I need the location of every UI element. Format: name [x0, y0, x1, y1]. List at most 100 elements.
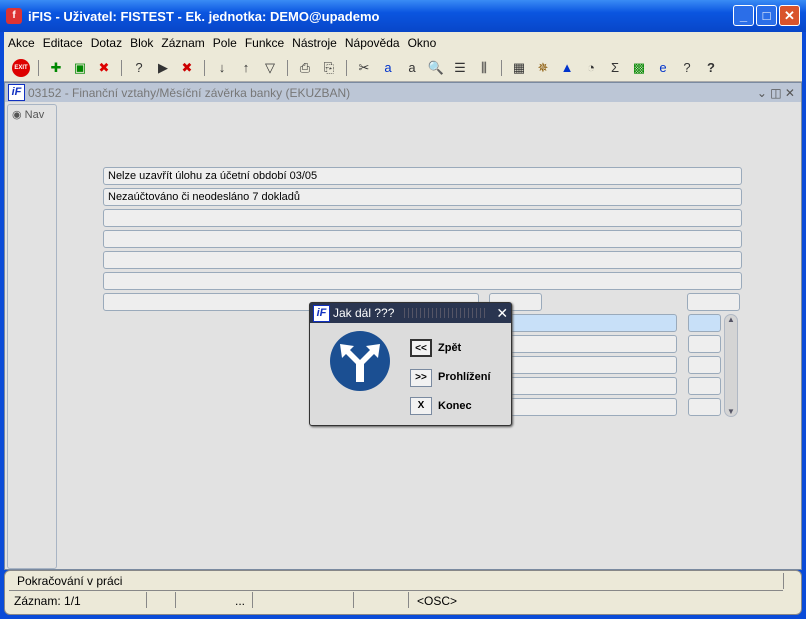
- message-field-5[interactable]: [103, 251, 742, 269]
- status-divider: [783, 573, 784, 589]
- cancel-query-icon[interactable]: ✖: [178, 59, 196, 77]
- copy-icon[interactable]: a: [379, 59, 397, 77]
- message-field-1[interactable]: Nelze uzavřít úlohu za účetní období 03/…: [103, 167, 742, 185]
- drag-grip[interactable]: [404, 308, 489, 318]
- message-field-2[interactable]: Nezaúčtováno či neodesláno 7 dokladů: [103, 188, 742, 206]
- menu-akce[interactable]: Akce: [4, 36, 39, 50]
- status-divider: [9, 590, 783, 591]
- menu-blok[interactable]: Blok: [126, 36, 157, 50]
- sum-icon[interactable]: Σ: [606, 59, 624, 77]
- exit-icon[interactable]: EXIT: [12, 58, 30, 77]
- dialog-title: Jak dál ???: [333, 306, 395, 320]
- filter-icon[interactable]: ▽: [261, 59, 279, 77]
- separator: [38, 59, 39, 76]
- row-small-field-5[interactable]: [688, 398, 721, 416]
- message-field-4[interactable]: [103, 230, 742, 248]
- menu-dotaz[interactable]: Dotaz: [87, 36, 126, 50]
- sort-asc-icon[interactable]: ↓: [213, 59, 231, 77]
- print-icon[interactable]: ⎙: [296, 59, 314, 77]
- end-button[interactable]: X: [410, 397, 432, 415]
- help-icon[interactable]: ?: [702, 59, 720, 77]
- minimize-button[interactable]: _: [733, 5, 754, 26]
- triangle-icon[interactable]: ▲: [558, 59, 576, 77]
- columns-icon[interactable]: ⫼: [475, 59, 493, 77]
- scrollbar[interactable]: ▲ ▼: [724, 314, 738, 417]
- menu-bar: Akce Editace Dotaz Blok Záznam Pole Funk…: [4, 32, 802, 54]
- separator: [204, 59, 205, 76]
- row-small-field-1[interactable]: [688, 314, 721, 332]
- row-field-2[interactable]: [489, 335, 677, 353]
- maximize-button[interactable]: □: [756, 5, 777, 26]
- menu-editace[interactable]: Editace: [39, 36, 87, 50]
- delete-record-icon[interactable]: ✖: [95, 59, 113, 77]
- browser-icon[interactable]: e: [654, 59, 672, 77]
- status-bar: Pokračování v práci Záznam: 1/1 ... <OSC…: [4, 570, 802, 615]
- window-title: iFIS - Uživatel: FISTEST - Ek. jednotka:…: [28, 8, 380, 24]
- wheel-icon[interactable]: ✵: [534, 59, 552, 77]
- nav-label[interactable]: Nav: [25, 109, 45, 121]
- cut-icon[interactable]: ✂: [355, 59, 373, 77]
- browse-button[interactable]: >>: [410, 369, 432, 387]
- menu-okno[interactable]: Okno: [404, 36, 441, 50]
- back-button[interactable]: <<: [410, 339, 432, 357]
- close-button[interactable]: ✕: [779, 5, 800, 26]
- status-mode: <OSC>: [417, 594, 458, 608]
- form-title-bar: iF 03152 - Finanční vztahy/Měsíční závěr…: [5, 83, 801, 102]
- status-divider: [252, 592, 253, 608]
- search-icon[interactable]: 🔍: [427, 59, 445, 77]
- app-icon: f: [6, 8, 22, 24]
- row-small-field-3[interactable]: [688, 356, 721, 374]
- query-icon[interactable]: ?: [130, 59, 148, 77]
- nav-panel: ◉ Nav: [7, 104, 57, 569]
- row-field-4[interactable]: [489, 377, 677, 395]
- toolbar: EXIT ✚ ▣ ✖ ? ▶ ✖ ↓ ↑ ▽ ⎙ ⎘ ✂ a a 🔍 ☰ ⫼ ▦…: [4, 54, 802, 82]
- row-small-field-2[interactable]: [688, 335, 721, 353]
- row-field-5[interactable]: [489, 398, 677, 416]
- dialog-jak-dal: iF Jak dál ??? ✕ << Zpět >> Prohlížení X…: [309, 302, 512, 426]
- direction-sign-icon: [330, 331, 390, 391]
- status-divider: [146, 592, 147, 608]
- execute-query-icon[interactable]: ▶: [154, 59, 172, 77]
- message-field-3[interactable]: [103, 209, 742, 227]
- status-message: Pokračování v práci: [17, 574, 123, 588]
- paste-icon[interactable]: a: [403, 59, 421, 77]
- row-small-field-4[interactable]: [688, 377, 721, 395]
- separator: [121, 59, 122, 76]
- row-field-3[interactable]: [489, 356, 677, 374]
- message-field-6[interactable]: [103, 272, 742, 290]
- status-divider: [408, 592, 409, 608]
- back-label[interactable]: Zpět: [438, 342, 461, 354]
- calculator-icon[interactable]: ▦: [510, 59, 528, 77]
- excel-icon[interactable]: ▩: [630, 59, 648, 77]
- ifis-logo-icon: iF: [313, 304, 330, 322]
- form-title: 03152 - Finanční vztahy/Měsíční závěrka …: [28, 85, 351, 100]
- dialog-title-bar: iF Jak dál ??? ✕: [310, 303, 511, 323]
- menu-funkce[interactable]: Funkce: [241, 36, 288, 50]
- status-divider: [175, 592, 176, 608]
- scroll-down-icon[interactable]: ▼: [725, 407, 737, 416]
- dialog-close-icon[interactable]: ✕: [496, 305, 508, 322]
- status-divider: [353, 592, 354, 608]
- list-icon[interactable]: ☰: [451, 59, 469, 77]
- row-field-1[interactable]: [489, 314, 677, 332]
- window-title-bar: f iFIS - Uživatel: FISTEST - Ek. jednotk…: [0, 0, 806, 32]
- help-context-icon[interactable]: ?: [678, 59, 696, 77]
- clock-icon[interactable]: ◔: [582, 59, 600, 77]
- separator: [501, 59, 502, 76]
- menu-pole[interactable]: Pole: [209, 36, 241, 50]
- save-icon[interactable]: ▣: [71, 59, 89, 77]
- form-window-controls[interactable]: ⌄ ◫ ✕: [757, 86, 795, 100]
- status-dots: ...: [235, 594, 246, 608]
- header-field-3[interactable]: [687, 293, 740, 311]
- print-setup-icon[interactable]: ⎘: [320, 59, 338, 77]
- ifis-logo-icon: iF: [8, 84, 25, 101]
- menu-zaznam[interactable]: Záznam: [157, 36, 208, 50]
- menu-napoveda[interactable]: Nápověda: [341, 36, 404, 50]
- browse-label[interactable]: Prohlížení: [438, 371, 491, 383]
- end-label[interactable]: Konec: [438, 400, 472, 412]
- scroll-up-icon[interactable]: ▲: [725, 315, 737, 324]
- insert-record-icon[interactable]: ✚: [47, 59, 65, 77]
- nav-radio-icon[interactable]: ◉: [12, 109, 22, 121]
- menu-nastroje[interactable]: Nástroje: [288, 36, 341, 50]
- sort-desc-icon[interactable]: ↑: [237, 59, 255, 77]
